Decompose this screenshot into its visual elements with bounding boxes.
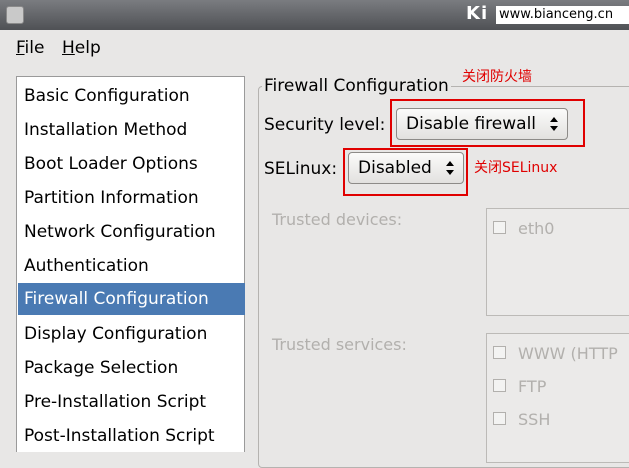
checkbox[interactable] <box>493 346 506 359</box>
trusted-services-label: Trusted services: <box>272 335 407 354</box>
trusted-service-label: SSH <box>518 410 551 429</box>
trusted-service-row[interactable]: FTP <box>493 377 546 396</box>
sidebar-item-partition-information[interactable]: Partition Information <box>18 182 245 214</box>
sidebar-item-package-selection[interactable]: Package Selection <box>18 352 245 384</box>
trusted-device-label: eth0 <box>518 219 555 238</box>
sidebar-item-authentication[interactable]: Authentication <box>18 250 245 282</box>
trusted-devices-label: Trusted devices: <box>272 210 403 229</box>
security-level-highlight <box>390 99 585 147</box>
title-bar: Ki www.bianceng.cn <box>0 0 629 30</box>
sidebar-item-network-configuration[interactable]: Network Configuration <box>18 216 245 248</box>
trusted-device-row[interactable]: eth0 <box>493 219 554 238</box>
menu-bar: File Help <box>0 30 629 64</box>
trusted-devices-list: eth0 <box>486 208 629 316</box>
sidebar-item-boot-loader-options[interactable]: Boot Loader Options <box>18 148 245 180</box>
selinux-label: SELinux: <box>264 159 338 179</box>
checkbox[interactable] <box>493 379 506 392</box>
menu-help-mnemonic: H <box>62 38 75 58</box>
trusted-services-list: WWW (HTTP FTP SSH <box>486 333 629 463</box>
app-icon[interactable] <box>6 6 24 24</box>
sidebar-item-installation-method[interactable]: Installation Method <box>18 114 245 146</box>
menu-help-rest: elp <box>74 38 101 58</box>
sidebar-item-basic-configuration[interactable]: Basic Configuration <box>18 80 245 112</box>
sidebar-item-display-configuration[interactable]: Display Configuration <box>18 318 245 350</box>
section-list: Basic Configuration Installation Method … <box>16 76 245 452</box>
firewall-frame-title: Firewall Configuration <box>262 76 451 96</box>
selinux-annotation: 关闭SELinux <box>474 160 558 176</box>
menu-file-mnemonic: F <box>16 38 25 58</box>
window-title: Ki <box>466 3 489 24</box>
watermark: www.bianceng.cn <box>496 6 629 24</box>
sidebar-item-firewall-configuration[interactable]: Firewall Configuration <box>18 283 245 315</box>
trusted-service-label: FTP <box>518 377 547 396</box>
menu-help[interactable]: Help <box>62 38 101 58</box>
menu-file[interactable]: File <box>16 38 44 58</box>
firewall-annotation: 关闭防火墙 <box>462 69 532 85</box>
trusted-service-label: WWW (HTTP <box>518 344 618 363</box>
checkbox[interactable] <box>493 412 506 425</box>
sidebar-item-pre-installation-script[interactable]: Pre-Installation Script <box>18 386 245 418</box>
menu-file-rest: ile <box>24 38 45 58</box>
checkbox[interactable] <box>493 221 506 234</box>
trusted-service-row[interactable]: WWW (HTTP <box>493 344 618 363</box>
trusted-service-row[interactable]: SSH <box>493 410 550 429</box>
selinux-highlight <box>343 148 468 196</box>
security-level-label: Security level: <box>264 115 386 135</box>
sidebar-item-post-installation-script[interactable]: Post-Installation Script <box>18 420 245 452</box>
